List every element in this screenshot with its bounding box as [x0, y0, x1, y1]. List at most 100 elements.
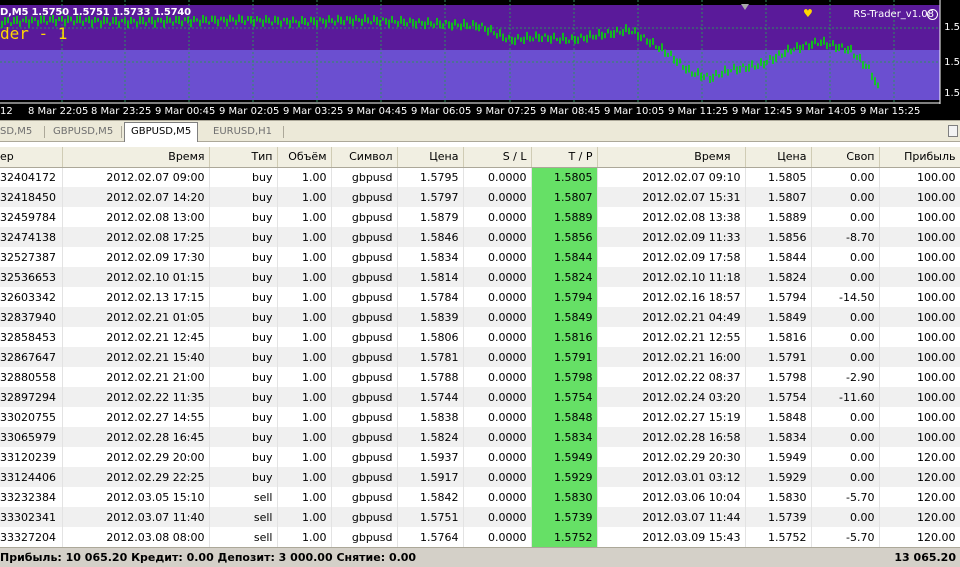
- cell-col-profit: 100.00: [879, 367, 960, 387]
- table-row[interactable]: 33327204 2012.03.08 08:00 sell 1.00 gbpusd 1.…: [0, 527, 960, 547]
- cell-col-sl: 0.0000: [463, 467, 532, 487]
- chart-canvas[interactable]: [0, 0, 960, 120]
- column-header-col-volume[interactable]: Объём: [277, 147, 332, 168]
- cell-col-type: buy: [209, 347, 278, 367]
- cell-col-profit: 120.00: [879, 487, 960, 507]
- cell-col-swap: 0.00: [811, 187, 880, 207]
- table-row[interactable]: 32880558 2012.02.21 21:00 buy 1.00 gbpusd 1.5…: [0, 367, 960, 387]
- cell-col-sl: 0.0000: [463, 427, 532, 447]
- column-header-col-type[interactable]: Тип: [209, 147, 278, 168]
- column-header-col-symbol[interactable]: Символ: [331, 147, 398, 168]
- cell-col-swap: 0.00: [811, 427, 880, 447]
- cell-col-volume: 1.00: [277, 307, 332, 327]
- cell-col-profit: 100.00: [879, 187, 960, 207]
- cell-col-type: buy: [209, 227, 278, 247]
- cell-col-symbol: gbpusd: [331, 247, 398, 267]
- heart-icon: ♥: [803, 7, 813, 20]
- cell-col-symbol: gbpusd: [331, 407, 398, 427]
- cell-col-symbol: gbpusd: [331, 267, 398, 287]
- table-row[interactable]: 33124406 2012.02.29 22:25 buy 1.00 gbpusd 1.5…: [0, 467, 960, 487]
- cell-col-close-price: 1.5849: [745, 307, 812, 327]
- cell-col-swap: 0.00: [811, 267, 880, 287]
- table-row[interactable]: 33302341 2012.03.07 11:40 sell 1.00 gbpusd 1.…: [0, 507, 960, 527]
- time-label: 9 Mar 06:05: [411, 106, 472, 117]
- table-row[interactable]: 33232384 2012.03.05 15:10 sell 1.00 gbpusd 1.…: [0, 487, 960, 507]
- cell-col-volume: 1.00: [277, 227, 332, 247]
- cell-col-profit: 120.00: [879, 527, 960, 547]
- cell-col-open-time: 2012.02.29 20:00: [62, 447, 210, 467]
- tab-gbpusd-m5[interactable]: GBPUSD,M5: [47, 123, 119, 141]
- column-header-col-close-time[interactable]: Время: [597, 147, 746, 168]
- cell-col-open-time: 2012.02.21 21:00: [62, 367, 210, 387]
- table-row[interactable]: 33020755 2012.02.27 14:55 buy 1.00 gbpusd 1.5…: [0, 407, 960, 427]
- column-header-col-tp[interactable]: T / P: [531, 147, 598, 168]
- table-row[interactable]: 32459784 2012.02.08 13:00 buy 1.00 gbpusd 1.5…: [0, 207, 960, 227]
- column-header-col-sl[interactable]: S / L: [463, 147, 532, 168]
- cell-col-swap: 0.00: [811, 247, 880, 267]
- cell-col-close-price: 1.5816: [745, 327, 812, 347]
- table-row[interactable]: 32404172 2012.02.07 09:00 buy 1.00 gbpusd 1.5…: [0, 167, 960, 187]
- cell-col-price: 1.5797: [397, 187, 464, 207]
- cell-col-tp: 1.5849: [531, 307, 598, 327]
- table-row[interactable]: 33120239 2012.02.29 20:00 buy 1.00 gbpusd 1.5…: [0, 447, 960, 467]
- cell-col-price: 1.5842: [397, 487, 464, 507]
- table-row[interactable]: 32418450 2012.02.07 14:20 buy 1.00 gbpusd 1.5…: [0, 187, 960, 207]
- cell-col-open-time: 2012.02.21 15:40: [62, 347, 210, 367]
- table-row[interactable]: 32603342 2012.02.13 17:15 buy 1.00 gbpusd 1.5…: [0, 287, 960, 307]
- cell-col-swap: 0.00: [811, 507, 880, 527]
- status-bar: Прибыль: 10 065.20 Кредит: 0.00 Депозит:…: [0, 547, 960, 567]
- column-header-col-close-price[interactable]: Цена: [745, 147, 812, 168]
- chart-symbol-quote: D,M5 1.5750 1.5751 1.5733 1.5740: [0, 7, 191, 18]
- table-row[interactable]: 32867647 2012.02.21 15:40 buy 1.00 gbpusd 1.5…: [0, 347, 960, 367]
- cell-col-profit: 100.00: [879, 207, 960, 227]
- column-header-col-order[interactable]: ер: [0, 147, 63, 168]
- cell-col-close-time: 2012.02.21 12:55: [597, 327, 746, 347]
- cell-col-price: 1.5788: [397, 367, 464, 387]
- cell-col-swap: 0.00: [811, 407, 880, 427]
- table-row[interactable]: 32527387 2012.02.09 17:30 buy 1.00 gbpusd 1.5…: [0, 247, 960, 267]
- cell-col-symbol: gbpusd: [331, 347, 398, 367]
- column-header-col-swap[interactable]: Своп: [811, 147, 880, 168]
- column-header-col-open-time[interactable]: Время: [62, 147, 210, 168]
- time-label: 9 Mar 10:05: [604, 106, 665, 117]
- cell-col-open-time: 2012.02.22 11:35: [62, 387, 210, 407]
- cell-col-open-time: 2012.02.09 17:30: [62, 247, 210, 267]
- cell-col-close-price: 1.5844: [745, 247, 812, 267]
- table-row[interactable]: 32897294 2012.02.22 11:35 buy 1.00 gbpusd 1.5…: [0, 387, 960, 407]
- price-chart[interactable]: D,M5 1.5750 1.5751 1.5733 1.5740 der - 1…: [0, 0, 960, 120]
- chart-tab-bar: SD,M5 GBPUSD,M5 GBPUSD,M5 EURUSD,H1: [0, 120, 960, 142]
- cell-col-order: 33232384: [0, 487, 63, 507]
- column-header-col-price[interactable]: Цена: [397, 147, 464, 168]
- cell-col-swap: -5.70: [811, 487, 880, 507]
- cell-col-type: buy: [209, 407, 278, 427]
- table-row[interactable]: 32474138 2012.02.08 17:25 buy 1.00 gbpusd 1.5…: [0, 227, 960, 247]
- cell-col-close-price: 1.5754: [745, 387, 812, 407]
- cell-col-order: 33020755: [0, 407, 63, 427]
- cell-col-order: 32536653: [0, 267, 63, 287]
- panel-scroll-button[interactable]: [948, 125, 958, 137]
- table-row[interactable]: 32837940 2012.02.21 01:05 buy 1.00 gbpusd 1.5…: [0, 307, 960, 327]
- cell-col-volume: 1.00: [277, 447, 332, 467]
- cell-col-tp: 1.5739: [531, 507, 598, 527]
- table-row[interactable]: 33065979 2012.02.28 16:45 buy 1.00 gbpusd 1.5…: [0, 427, 960, 447]
- tab-eurusd-h1[interactable]: EURUSD,H1: [207, 123, 278, 141]
- cell-col-profit: 100.00: [879, 387, 960, 407]
- cell-col-order: 32527387: [0, 247, 63, 267]
- table-row[interactable]: 32858453 2012.02.21 12:45 buy 1.00 gbpusd 1.5…: [0, 327, 960, 347]
- cell-col-volume: 1.00: [277, 247, 332, 267]
- table-row[interactable]: 32536653 2012.02.10 01:15 buy 1.00 gbpusd 1.5…: [0, 267, 960, 287]
- cell-col-price: 1.5834: [397, 247, 464, 267]
- tab-sd-m5[interactable]: SD,M5: [0, 123, 38, 141]
- cell-col-symbol: gbpusd: [331, 167, 398, 187]
- column-header-col-profit[interactable]: Прибыль: [879, 147, 960, 168]
- cell-col-close-time: 2012.03.09 15:43: [597, 527, 746, 547]
- tab-gbpusd-m5-active[interactable]: GBPUSD,M5: [124, 122, 199, 142]
- cell-col-profit: 100.00: [879, 307, 960, 327]
- cell-col-symbol: gbpusd: [331, 507, 398, 527]
- time-label: 9 Mar 14:05: [796, 106, 857, 117]
- cell-col-swap: 0.00: [811, 207, 880, 227]
- cell-col-volume: 1.00: [277, 487, 332, 507]
- cell-col-type: buy: [209, 367, 278, 387]
- cell-col-volume: 1.00: [277, 167, 332, 187]
- cell-col-volume: 1.00: [277, 207, 332, 227]
